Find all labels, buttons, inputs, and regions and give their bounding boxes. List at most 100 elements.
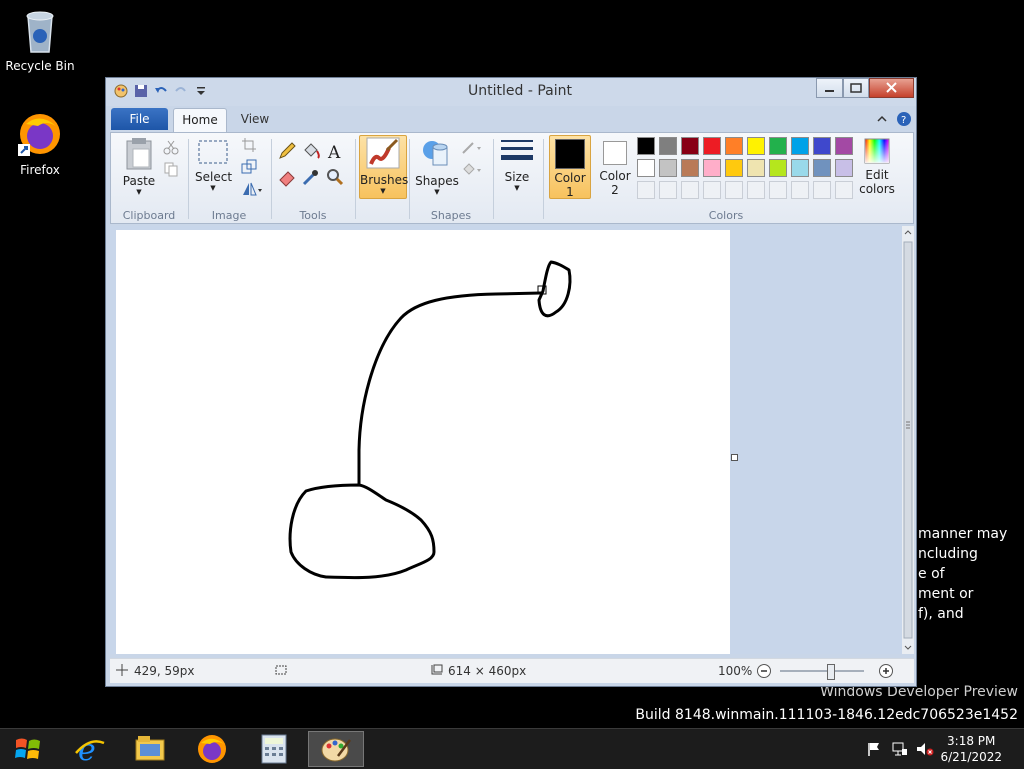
select-button[interactable]: Select ▼ bbox=[195, 139, 232, 192]
palette-swatch[interactable] bbox=[637, 159, 655, 177]
volume-muted-icon[interactable] bbox=[916, 741, 934, 760]
palette-swatch[interactable] bbox=[725, 159, 743, 177]
zoom-level: 100% bbox=[718, 664, 753, 678]
palette-swatch[interactable] bbox=[769, 159, 787, 177]
palette-swatch-empty[interactable] bbox=[769, 181, 787, 199]
cut-button[interactable] bbox=[163, 139, 179, 158]
pencil-tool[interactable] bbox=[277, 141, 297, 164]
palette-swatch-empty[interactable] bbox=[835, 181, 853, 199]
minimize-button[interactable] bbox=[816, 78, 843, 98]
palette-swatch-empty[interactable] bbox=[813, 181, 831, 199]
crop-icon bbox=[242, 138, 256, 152]
chevron-down-icon: ▼ bbox=[136, 188, 142, 196]
palette-swatch-empty[interactable] bbox=[791, 181, 809, 199]
taskbar-firefox[interactable] bbox=[184, 731, 240, 767]
calculator-icon bbox=[261, 734, 287, 764]
group-label-colors: Colors bbox=[708, 209, 744, 222]
tab-file[interactable]: File bbox=[111, 108, 168, 130]
shapes-label: Shapes bbox=[415, 174, 459, 188]
fill-tool[interactable] bbox=[301, 141, 321, 164]
paint-icon bbox=[321, 738, 351, 762]
copy-icon bbox=[164, 162, 178, 177]
palette-swatch-empty[interactable] bbox=[725, 181, 743, 199]
palette-swatch[interactable] bbox=[703, 159, 721, 177]
palette-swatch[interactable] bbox=[659, 159, 677, 177]
taskbar-calculator[interactable] bbox=[246, 731, 302, 767]
background-text-line: manner may bbox=[918, 526, 1008, 542]
image-size-icon bbox=[431, 664, 443, 675]
palette-swatch[interactable] bbox=[725, 137, 743, 155]
edit-colors-label: Edit bbox=[865, 168, 889, 182]
palette-swatch-empty[interactable] bbox=[659, 181, 677, 199]
taskbar-paint[interactable] bbox=[308, 731, 364, 767]
magnifier-tool[interactable] bbox=[325, 167, 345, 190]
brushes-button[interactable]: Brushes ▼ bbox=[359, 135, 408, 199]
taskbar-clock[interactable]: 3:18 PM 6/21/2022 bbox=[940, 733, 1002, 765]
color1-swatch bbox=[555, 139, 585, 169]
help-icon: ? bbox=[897, 112, 911, 126]
taskbar-internet-explorer[interactable]: e bbox=[62, 731, 118, 767]
minimize-ribbon-button[interactable] bbox=[876, 113, 888, 128]
palette-swatch[interactable] bbox=[835, 137, 853, 155]
network-icon[interactable] bbox=[892, 741, 908, 760]
freehand-drawing bbox=[288, 260, 572, 580]
palette-swatch[interactable] bbox=[659, 137, 677, 155]
zoom-slider-track[interactable] bbox=[780, 670, 864, 672]
palette-swatch-empty[interactable] bbox=[703, 181, 721, 199]
size-button[interactable]: Size ▼ bbox=[499, 137, 535, 192]
palette-swatch-empty[interactable] bbox=[637, 181, 655, 199]
zoom-slider-thumb[interactable] bbox=[827, 664, 835, 680]
eraser-tool[interactable] bbox=[277, 167, 297, 190]
palette-swatch-empty[interactable] bbox=[747, 181, 765, 199]
palette-swatch[interactable] bbox=[747, 159, 765, 177]
rotate-button[interactable] bbox=[241, 181, 263, 200]
eyedropper-icon bbox=[302, 170, 318, 186]
clock-time: 3:18 PM bbox=[947, 734, 996, 748]
fill-button[interactable] bbox=[461, 161, 485, 180]
palette-swatch[interactable] bbox=[813, 137, 831, 155]
desktop-icon-label: Firefox bbox=[20, 163, 60, 177]
taskbar-file-explorer[interactable] bbox=[122, 731, 178, 767]
tab-home[interactable]: Home bbox=[173, 108, 227, 132]
paint-window: Untitled - Paint File Home View ? Paste … bbox=[105, 77, 917, 687]
palette-swatch-empty[interactable] bbox=[681, 181, 699, 199]
desktop-icon-recycle-bin[interactable]: Recycle Bin bbox=[0, 8, 80, 73]
vertical-scrollbar[interactable] bbox=[902, 226, 914, 654]
tab-view[interactable]: View bbox=[230, 108, 280, 130]
paste-button[interactable]: Paste ▼ bbox=[119, 137, 159, 196]
recycle-bin-icon bbox=[26, 11, 54, 53]
edit-colors-button[interactable]: Edit colors bbox=[857, 137, 897, 196]
maximize-button[interactable] bbox=[843, 78, 869, 98]
action-center-flag-icon[interactable] bbox=[866, 741, 882, 760]
text-a-icon: A bbox=[327, 143, 341, 163]
palette-swatch[interactable] bbox=[681, 137, 699, 155]
color1-button[interactable]: Color 1 bbox=[549, 135, 591, 199]
shapes-button[interactable]: Shapes ▼ bbox=[413, 137, 461, 196]
palette-swatch[interactable] bbox=[769, 137, 787, 155]
palette-swatch[interactable] bbox=[835, 159, 853, 177]
palette-swatch[interactable] bbox=[703, 137, 721, 155]
palette-swatch[interactable] bbox=[747, 137, 765, 155]
palette-swatch[interactable] bbox=[681, 159, 699, 177]
color-picker-tool[interactable] bbox=[301, 167, 321, 190]
title-bar[interactable]: Untitled - Paint bbox=[106, 78, 916, 106]
outline-button[interactable] bbox=[461, 139, 485, 158]
palette-swatch[interactable] bbox=[791, 137, 809, 155]
drawing-canvas[interactable] bbox=[116, 230, 730, 654]
help-button[interactable]: ? bbox=[896, 111, 912, 130]
resize-button[interactable] bbox=[241, 159, 257, 178]
palette-swatch[interactable] bbox=[791, 159, 809, 177]
text-tool[interactable]: A bbox=[325, 141, 345, 164]
copy-button[interactable] bbox=[163, 161, 179, 180]
canvas-resize-handle[interactable] bbox=[731, 454, 738, 461]
zoom-in-button[interactable] bbox=[878, 663, 894, 679]
start-button[interactable] bbox=[0, 731, 56, 767]
palette-swatch[interactable] bbox=[637, 137, 655, 155]
close-button[interactable] bbox=[869, 78, 914, 98]
zoom-out-button[interactable] bbox=[756, 663, 772, 679]
color2-button[interactable]: Color 2 bbox=[595, 135, 635, 197]
color2-label: Color bbox=[599, 169, 631, 183]
crop-button[interactable] bbox=[241, 137, 257, 156]
desktop-icon-firefox[interactable]: Firefox bbox=[0, 110, 80, 177]
palette-swatch[interactable] bbox=[813, 159, 831, 177]
